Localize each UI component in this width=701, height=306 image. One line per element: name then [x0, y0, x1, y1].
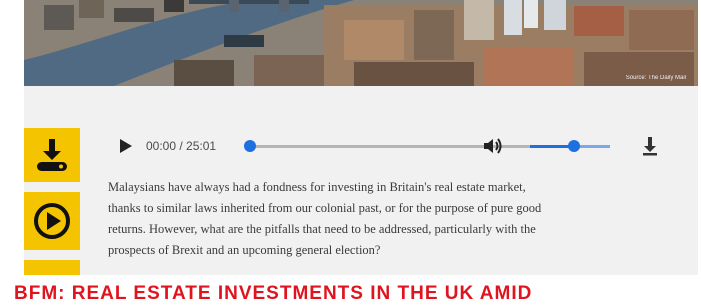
share-button[interactable] — [24, 260, 80, 275]
play-circle-icon — [34, 203, 70, 239]
description-line: prospects of Brexit and an upcoming gene… — [108, 243, 381, 257]
volume-icon[interactable] — [482, 136, 504, 156]
image-credit: Source: The Daily Mail — [625, 75, 686, 81]
time-display: 00:00 / 25:01 — [146, 139, 217, 153]
description-line: thanks to similar laws inherited from ou… — [108, 201, 542, 215]
download-button[interactable] — [24, 128, 80, 182]
seek-thumb[interactable] — [244, 140, 256, 152]
london-skyline-photo — [24, 0, 698, 86]
volume-slider[interactable] — [530, 140, 610, 152]
volume-thumb[interactable] — [568, 140, 580, 152]
article-hero-image: Source: The Daily Mail — [24, 0, 698, 86]
play-icon[interactable] — [120, 139, 132, 153]
seek-bar[interactable] — [244, 140, 550, 152]
download-icon[interactable] — [640, 136, 660, 156]
audio-player: 00:00 / 25:01 — [110, 134, 670, 160]
play-episode-button[interactable] — [24, 192, 80, 250]
download-icon — [37, 139, 67, 171]
description-line: returns. However, what are the pitfalls … — [108, 222, 536, 236]
article-headline[interactable]: BFM: REAL ESTATE INVESTMENTS IN THE UK A… — [14, 282, 694, 306]
episode-description: Malaysians have always had a fondness fo… — [108, 177, 678, 261]
description-line: Malaysians have always had a fondness fo… — [108, 180, 526, 194]
